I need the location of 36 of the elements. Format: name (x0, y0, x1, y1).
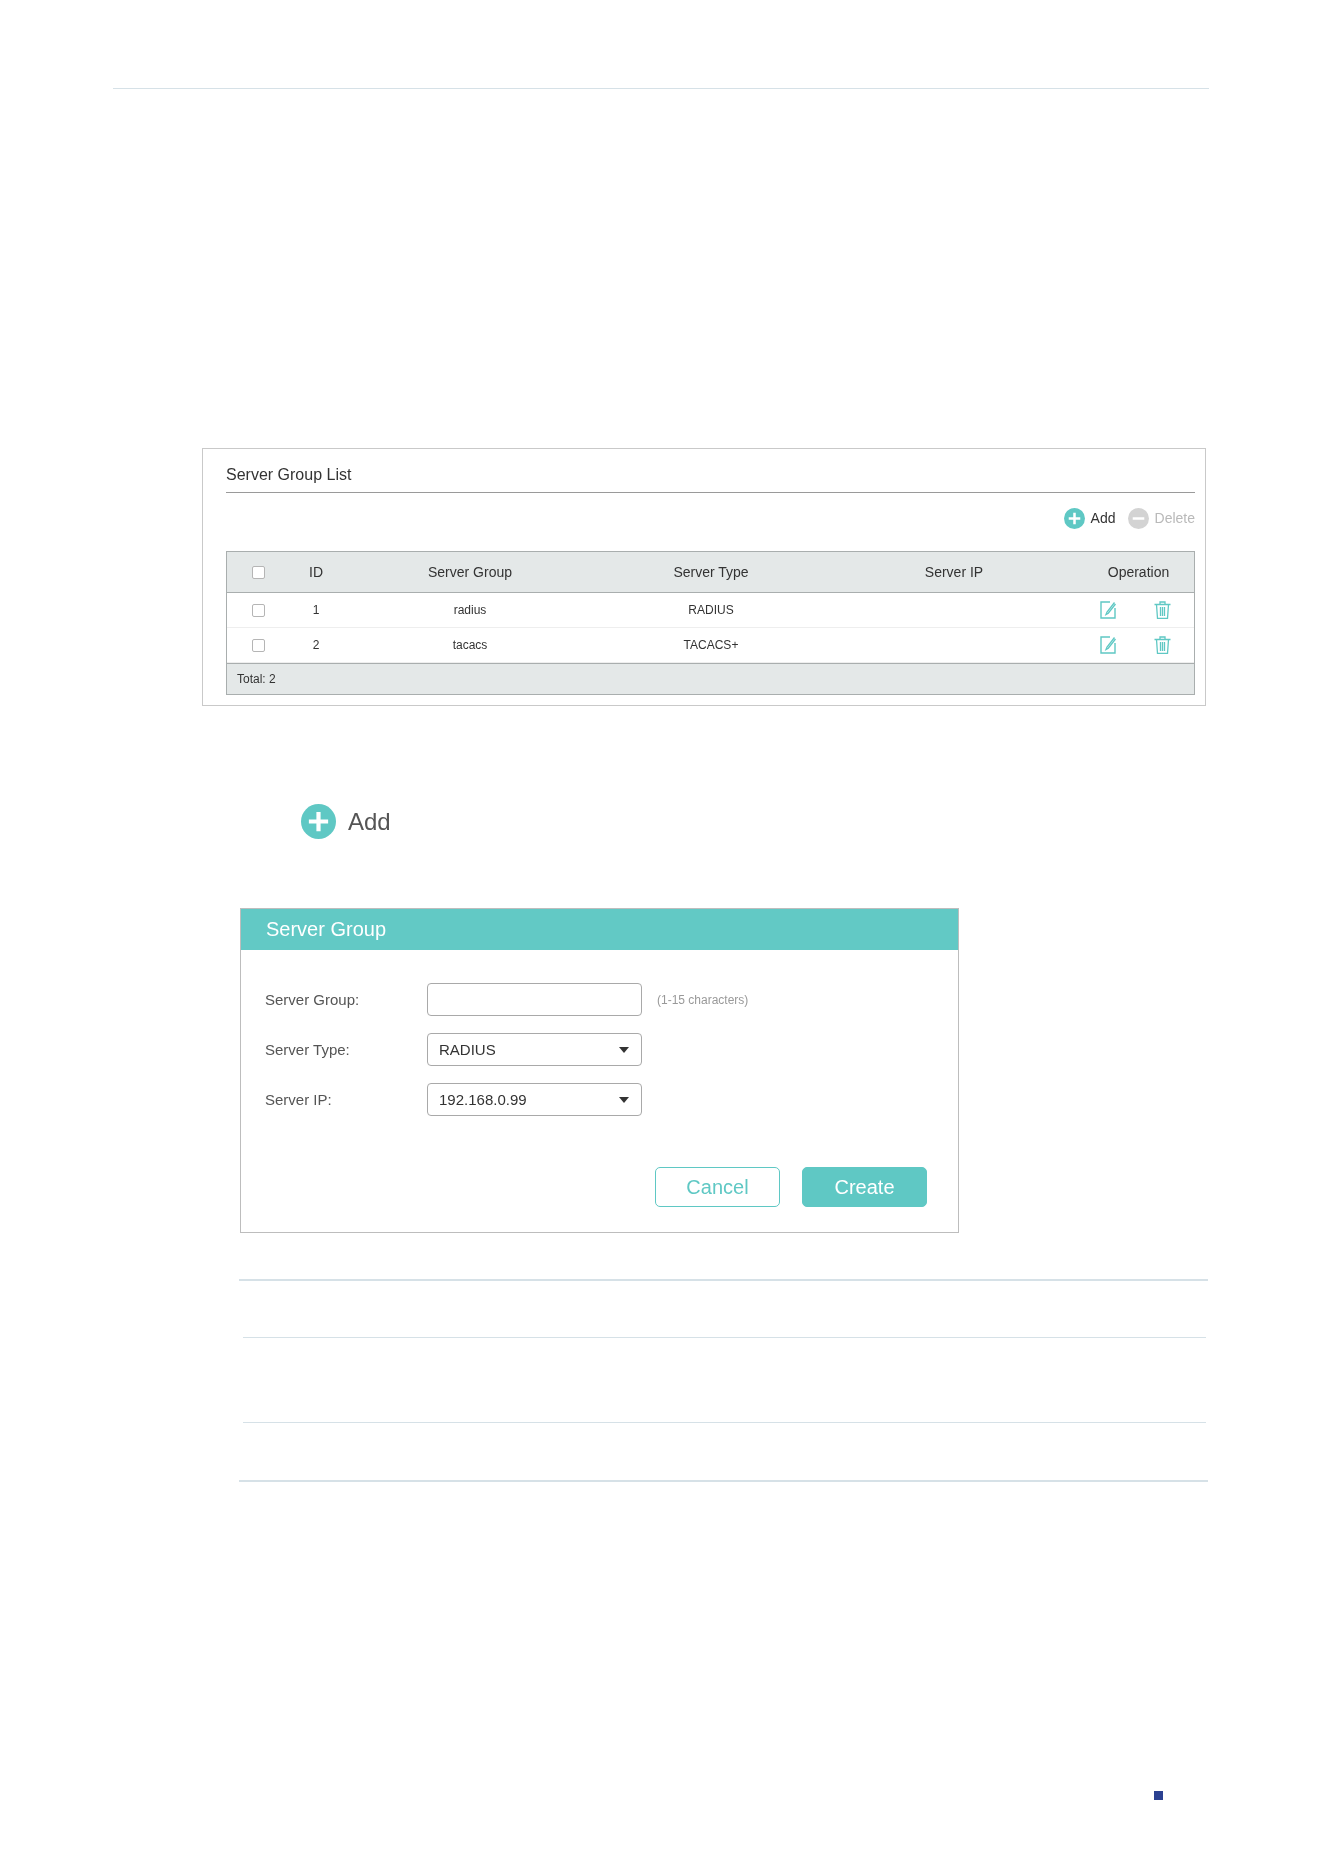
square-mark-icon (1154, 1791, 1163, 1800)
table-cell: tacacs (452, 638, 488, 652)
field-hint: (1-15 characters) (657, 992, 749, 1007)
field-label: Server Group: (265, 991, 361, 1008)
column-header: Server Type (673, 564, 749, 580)
edit-icon[interactable] (1100, 601, 1116, 619)
minus-circle-icon (1127, 507, 1149, 529)
caret-icon (619, 1096, 629, 1103)
add-button[interactable]: Add (1063, 507, 1116, 529)
add-button[interactable]: Add (301, 804, 391, 839)
trash-icon[interactable] (1154, 636, 1171, 654)
table-cell: 2 (312, 638, 320, 652)
table-footer: Total: 2 (227, 663, 1194, 694)
panel-title: Server Group List (226, 449, 1195, 493)
plus-circle-icon (301, 804, 336, 839)
table-cell: radius (453, 603, 487, 617)
caret-icon (619, 1046, 629, 1053)
column-header: ID (309, 564, 323, 580)
checkbox[interactable] (251, 565, 265, 579)
column-header: Server Group (427, 564, 512, 580)
table-cell: RADIUS (688, 603, 734, 617)
field-label: Server IP: (265, 1091, 333, 1108)
table-cell: 1 (312, 603, 320, 617)
edit-icon[interactable] (1100, 636, 1116, 654)
input-field[interactable] (427, 983, 642, 1016)
select-field[interactable]: RADIUS (427, 1033, 642, 1066)
trash-icon[interactable] (1154, 601, 1171, 619)
select-field[interactable]: 192.168.0.99 (427, 1083, 642, 1116)
table-cell: TACACS+ (683, 638, 739, 652)
checkbox[interactable] (251, 603, 265, 617)
column-header: Server IP (924, 564, 984, 580)
field-label: Server Type: (265, 1041, 351, 1058)
checkbox[interactable] (251, 638, 265, 652)
dialog-title: Server Group (266, 918, 387, 941)
plus-circle-icon (1063, 507, 1085, 529)
column-header: Operation (1107, 564, 1170, 580)
